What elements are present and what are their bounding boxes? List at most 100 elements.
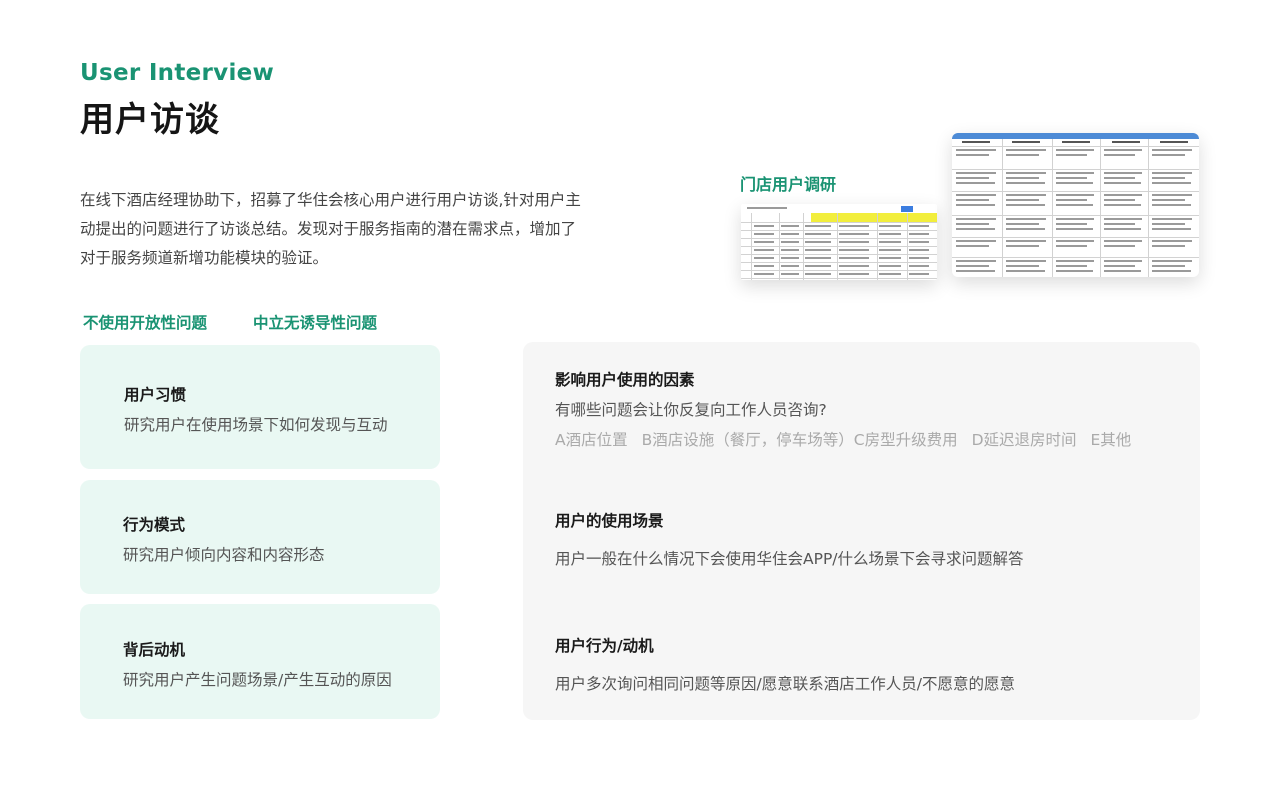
factors-options: A酒店位置 B酒店设施（餐厅，停车场等）C房型升级费用 D延迟退房时间 E其他 [555,428,1145,450]
sheet-text [956,245,989,247]
sheet-text [754,249,774,251]
sheet-text [839,225,869,227]
sheet-text [805,257,831,259]
sheet-highlight [811,213,937,222]
sheet-text [839,241,869,243]
sheet-text [839,249,869,251]
sheet-grid-line [741,262,937,263]
sheet-grid-line [741,246,937,247]
page-title: 用户访谈 [80,100,220,140]
sheet-text [1152,204,1191,206]
sheet-grid-line [741,238,937,239]
sheet-text [1104,149,1142,151]
sheet-text [1104,199,1135,201]
sheet-text [1056,228,1093,230]
option-b-c: B酒店设施（餐厅，停车场等）C房型升级费用 [641,431,958,449]
sheet-text [805,233,831,235]
option-d: D延迟退房时间 [971,431,1077,449]
sheet-text [754,241,774,243]
motivation-description: 用户多次询问相同问题等原因/愿意联系酒店工作人员/不愿意的愿意 [555,675,1015,693]
sheet-text [754,265,774,267]
sheet-text [1104,260,1142,262]
sheet-text [781,249,799,251]
sheet-text [1006,223,1039,225]
sheet-text [956,172,996,174]
sheet-text [956,199,989,201]
research-card-behavior: 行为模式 研究用户倾向内容和内容形态 [80,480,440,594]
sheet-text [956,265,989,267]
option-e: E其他 [1090,431,1132,449]
sheet-button [901,206,913,212]
sheet-text [1104,223,1135,225]
sheet-text [1104,182,1141,184]
principle-tag-neutral-questions: 中立无诱导性问题 [253,314,378,332]
sheet-text [1006,265,1039,267]
sheet-header-text [1112,141,1140,143]
sheet-text [909,273,929,275]
sheet-text [805,225,831,227]
sheet-text [839,257,869,259]
sheet-text [1006,218,1046,220]
sheet-text [1104,265,1135,267]
sheet-text [1152,154,1185,156]
sheet-text [909,233,929,235]
research-card-motivation: 背后动机 研究用户产生问题场景/产生互动的原因 [80,604,440,719]
sheet-text [1056,204,1093,206]
option-a: A酒店位置 [555,431,628,449]
sheet-text [879,241,901,243]
sheet-header-text [962,141,990,143]
sheet-text [1056,149,1094,151]
research-spreadsheet-thumbnail-small [741,204,937,280]
sheet-text [1056,270,1093,272]
sheet-grid-line [952,215,1199,216]
sheet-text [956,182,995,184]
sheet-text [1056,172,1094,174]
sheet-text [1152,265,1185,267]
sheet-text [1056,154,1087,156]
sheet-text [956,270,995,272]
sheet-grid-line [741,222,937,223]
sheet-text [956,260,996,262]
sheet-text [1152,182,1191,184]
research-spreadsheet-thumbnail-large [952,133,1199,277]
sheet-text [879,249,901,251]
sheet-text [781,265,799,267]
sheet-text [805,273,831,275]
sheet-text [1006,177,1039,179]
sheet-text [1006,270,1045,272]
sheet-text [781,257,799,259]
store-research-label: 门店用户调研 [740,175,837,194]
sheet-text [754,233,774,235]
sheet-text [1152,260,1192,262]
sheet-text [956,218,996,220]
sheet-text [805,249,831,251]
sheet-grid-line [952,146,1199,147]
card-title: 背后动机 [123,641,186,659]
sheet-text [1104,270,1141,272]
sheet-text [1104,218,1142,220]
sheet-text [956,240,996,242]
sheet-text [1056,194,1094,196]
sheet-text [1056,182,1093,184]
sheet-text [781,241,799,243]
sheet-text [956,204,995,206]
sheet-text [754,273,774,275]
sheet-text [754,257,774,259]
sheet-text [1152,228,1191,230]
sheet-text [1104,194,1142,196]
sheet-text [805,241,831,243]
sheet-grid-line [741,278,937,279]
sheet-text [1152,194,1192,196]
sheet-text [1056,223,1087,225]
sheet-text [1006,204,1045,206]
sheet-header-text [1012,141,1040,143]
sheet-text [839,233,869,235]
sheet-text [1104,204,1141,206]
factors-title: 影响用户使用的因素 [555,371,695,389]
sheet-grid-line [741,230,937,231]
sheet-text [956,228,995,230]
sheet-text [839,265,869,267]
sheet-grid-line [741,270,937,271]
sheet-text [781,225,799,227]
sheet-text [1152,177,1185,179]
